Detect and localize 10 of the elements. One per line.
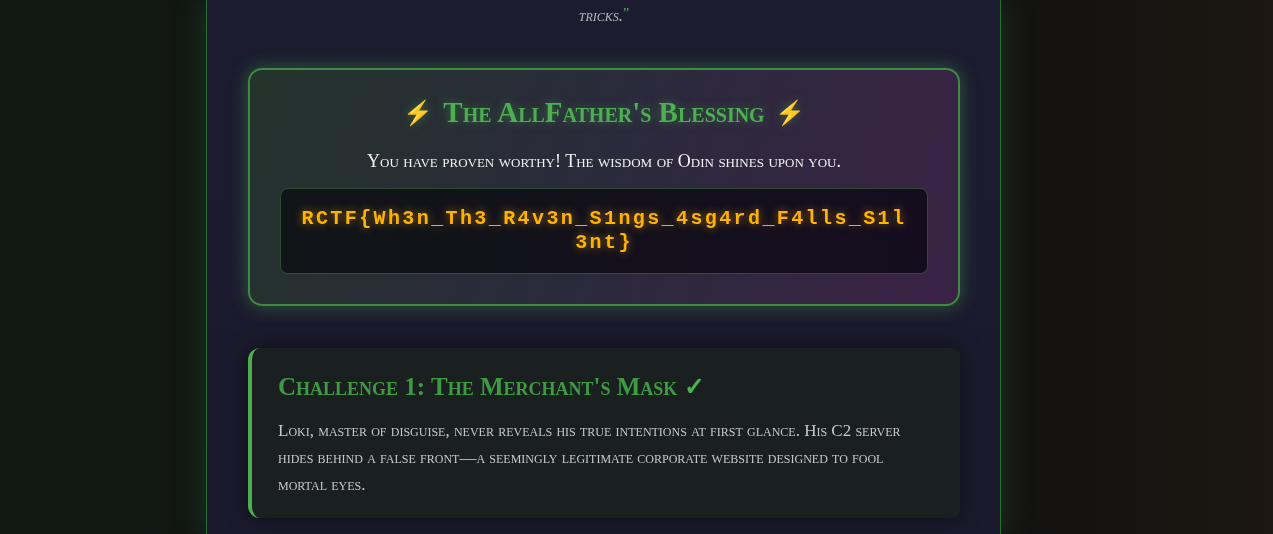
challenge-description: Loki, master of disguise, never reveals his true intentions at first glance. His C2 server hides behind a false front—a seemingly legitimate corporate website designed to fool mortal eyes. bbox=[278, 420, 902, 496]
check-icon: ✓ bbox=[683, 373, 705, 400]
lightning-icon: ⚡ bbox=[774, 98, 805, 127]
flag-text: RCTF{Wh3n_Th3_R4v3n_S1ngs_4sg4rd_F4lls_S1l3nt} bbox=[280, 188, 928, 274]
challenge-title: Challenge 1: The Merchant's Mask bbox=[278, 373, 678, 400]
blessing-title: The AllFather's Blessing bbox=[443, 96, 765, 129]
lightning-icon: ⚡ bbox=[403, 98, 434, 127]
quote-mark: ” bbox=[623, 6, 630, 21]
quote-text: tricks. bbox=[578, 6, 623, 25]
blessing-message: You have proven worthy! The wisdom of Odin shines upon you. bbox=[367, 151, 841, 172]
